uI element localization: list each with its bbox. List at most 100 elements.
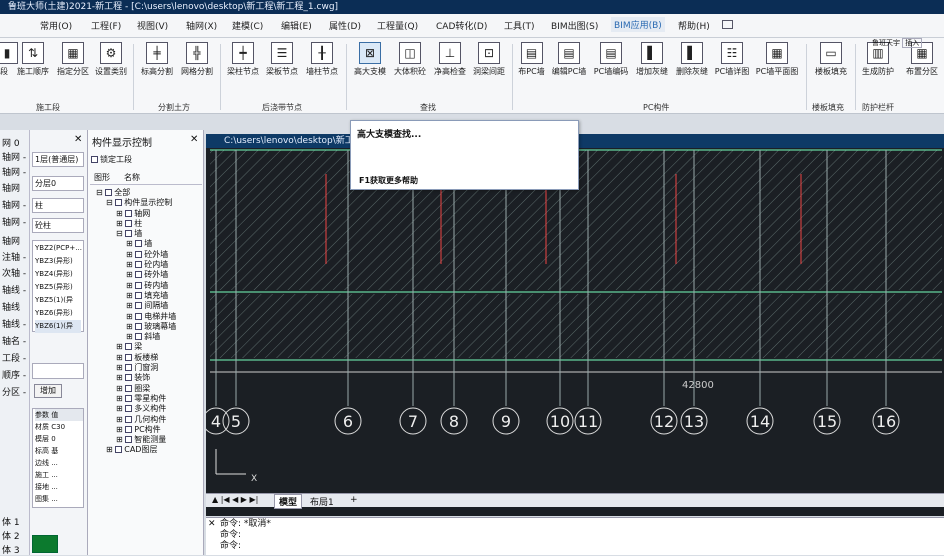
- left-item[interactable]: 注轴 -: [2, 250, 26, 263]
- ribbon-btn-pc-plan[interactable]: ▦ PC墙平面图: [752, 42, 802, 86]
- tree-item[interactable]: ⊞ 斜墙: [96, 332, 176, 342]
- ribbon-btn-level-split[interactable]: ╪ 标高分割: [137, 42, 177, 86]
- menu-cad[interactable]: CAD转化(D): [436, 19, 487, 32]
- tree-item[interactable]: ⊞ 门窗洞: [96, 363, 176, 373]
- tree-item[interactable]: ⊟ 全部: [96, 188, 176, 198]
- tree-item[interactable]: ⊞ PC构件: [96, 425, 176, 435]
- tree-item[interactable]: ⊞ 柱: [96, 219, 176, 229]
- menu-changyong[interactable]: 常用(O): [40, 19, 72, 32]
- left-item[interactable]: 轴网 -: [2, 165, 26, 178]
- menu-edit[interactable]: 编辑(E): [281, 19, 312, 32]
- left-item[interactable]: 顺序 -: [2, 368, 26, 381]
- menu-help[interactable]: 帮助(H): [678, 19, 710, 32]
- ribbon-toggle-icon[interactable]: [722, 20, 733, 29]
- close-icon[interactable]: ✕: [74, 134, 82, 145]
- left-item[interactable]: 体 3: [2, 543, 20, 556]
- tree-item[interactable]: ⊞ 零星构件: [96, 394, 176, 404]
- menu-bim-drawing[interactable]: BIM出图(S): [551, 19, 598, 32]
- tree-item[interactable]: ⊟ 墙: [96, 229, 176, 239]
- tree-item[interactable]: ⊞ 智能测量: [96, 435, 176, 445]
- tree-item[interactable]: ⊞ 砼内墙: [96, 260, 176, 270]
- menu-model[interactable]: 建模(C): [232, 19, 263, 32]
- name-input[interactable]: [32, 363, 84, 379]
- left-item[interactable]: 轴网: [2, 181, 20, 194]
- ribbon-btn-wall-col[interactable]: ╂ 墙柱节点: [302, 42, 342, 86]
- menu-tools[interactable]: 工具(T): [504, 19, 535, 32]
- tab-add[interactable]: +: [350, 495, 358, 505]
- subtype-select[interactable]: 砼柱: [32, 218, 84, 233]
- list-item[interactable]: YBZ2(PCP+...: [35, 242, 82, 255]
- left-item[interactable]: 工段 -: [2, 351, 26, 364]
- ribbon-btn-mass-concrete[interactable]: ◫ 大体积砼: [390, 42, 430, 86]
- table-row[interactable]: 材质 C30: [35, 421, 83, 433]
- menu-property[interactable]: 属性(D): [329, 19, 361, 32]
- tree-item[interactable]: ⊞ 几何构件: [96, 415, 176, 425]
- ribbon-btn-grid-split[interactable]: ╬ 网格分割: [177, 42, 217, 86]
- ribbon-btn-hole-spacing[interactable]: ⊡ 洞梁间距: [470, 42, 508, 86]
- table-row[interactable]: 接地 ...: [35, 481, 83, 493]
- tree-item[interactable]: ⊞ CAD图层: [96, 445, 176, 455]
- ribbon-btn-formwork[interactable]: ⊠ 高大支模: [350, 42, 390, 86]
- tree-item[interactable]: ⊟ 构件显示控制: [96, 198, 176, 208]
- ribbon-btn-pc-detail[interactable]: ☷ PC墙详图: [712, 42, 752, 86]
- ribbon-btn-clearance[interactable]: ⊥ 净高检查: [430, 42, 470, 86]
- tab-name[interactable]: 名称: [124, 172, 140, 183]
- left-item[interactable]: 轴网 -: [2, 215, 26, 228]
- list-item[interactable]: YBZ5(异形): [35, 281, 81, 294]
- tree-item[interactable]: ⊞ 装饰: [96, 373, 176, 383]
- ribbon-btn-edit-pc[interactable]: ▤ 编辑PC墙: [549, 42, 589, 86]
- ribbon-btn-order[interactable]: ⇅ 施工顺序: [12, 42, 54, 86]
- left-item[interactable]: 轴名 -: [2, 334, 26, 347]
- close-icon[interactable]: ✕: [208, 519, 216, 529]
- type-select[interactable]: 柱: [32, 198, 84, 213]
- list-item[interactable]: YBZ4(异形): [35, 268, 81, 281]
- list-item[interactable]: YBZ6(异形): [35, 307, 81, 320]
- layer-select[interactable]: 分层0: [32, 176, 84, 191]
- table-row[interactable]: 施工 ...: [35, 469, 83, 481]
- left-item[interactable]: 轴网: [2, 234, 20, 247]
- ribbon-btn-category[interactable]: ⚙ 设置类别: [92, 42, 130, 86]
- ribbon-btn-place-pc[interactable]: ▤ 布PC墙: [515, 42, 548, 86]
- ribbon-btn-segment[interactable]: ▮ 段: [0, 42, 18, 86]
- tree-item[interactable]: ⊞ 玻璃幕墙: [96, 322, 176, 332]
- tree-item[interactable]: ⊞ 轴网: [96, 209, 176, 219]
- table-row[interactable]: 标高 基: [35, 445, 83, 457]
- tree-item[interactable]: ⊞ 板楼梯: [96, 353, 176, 363]
- list-item[interactable]: YBZ6(1)(异: [35, 320, 81, 333]
- menu-axis[interactable]: 轴网(X): [186, 19, 217, 32]
- floor-select[interactable]: 1层(普通层): [32, 152, 84, 167]
- tab-layout1[interactable]: 布局1: [310, 495, 334, 508]
- left-item[interactable]: 次轴 -: [2, 266, 26, 279]
- close-icon[interactable]: ✕: [190, 134, 198, 145]
- list-item[interactable]: YBZ5(1)(异: [35, 294, 81, 307]
- ribbon-btn-beam-col[interactable]: ┿ 梁柱节点: [224, 42, 262, 86]
- left-item[interactable]: 轴线: [2, 300, 20, 313]
- ribbon-btn-protection[interactable]: ▥ 生成防护: [858, 42, 898, 86]
- ribbon-btn-add-joint[interactable]: ▌ 增加灰缝: [632, 42, 672, 86]
- tree-item[interactable]: ⊞ 砼外墙: [96, 250, 176, 260]
- tree-item[interactable]: ⊞ 梁: [96, 342, 176, 352]
- tab-graphic[interactable]: 图形: [94, 172, 110, 184]
- table-row[interactable]: 边线 ...: [35, 457, 83, 469]
- ribbon-btn-zone[interactable]: ▦ 指定分区: [54, 42, 92, 86]
- table-row[interactable]: 图集 ...: [35, 493, 83, 505]
- ribbon-btn-beam-slab[interactable]: ☰ 梁板节点: [262, 42, 302, 86]
- left-item[interactable]: 轴线 -: [2, 317, 26, 330]
- ribbon-btn-zone-layout[interactable]: ▦ 布置分区: [900, 42, 944, 86]
- menu-bim-app[interactable]: BIM应用(B): [611, 17, 665, 32]
- ribbon-btn-pc-code[interactable]: ▤ PC墙编码: [590, 42, 632, 86]
- left-item[interactable]: 体 1: [2, 515, 20, 528]
- tree-item[interactable]: ⊞ 电梯井墙: [96, 312, 176, 322]
- left-item[interactable]: 网 0: [2, 136, 20, 149]
- tree-item[interactable]: ⊞ 填充墙: [96, 291, 176, 301]
- left-item[interactable]: 轴线 -: [2, 283, 26, 296]
- menu-project[interactable]: 工程(F): [91, 19, 121, 32]
- tab-model[interactable]: 模型: [274, 494, 303, 509]
- list-item[interactable]: YBZ3(异形): [35, 255, 81, 268]
- cad-canvas[interactable]: 4 5 6 7 8 9 10 11 12 13 14 15 16 42800 X: [206, 134, 944, 516]
- left-item[interactable]: 分区 -: [2, 385, 26, 398]
- tree-item[interactable]: ⊞ 砖外墙: [96, 270, 176, 280]
- tree-item[interactable]: ⊞ 多义构件: [96, 404, 176, 414]
- tree-item[interactable]: ⊞ 砖内墙: [96, 281, 176, 291]
- style-dropdown[interactable]: 鲁班天宇 插入: [872, 38, 923, 48]
